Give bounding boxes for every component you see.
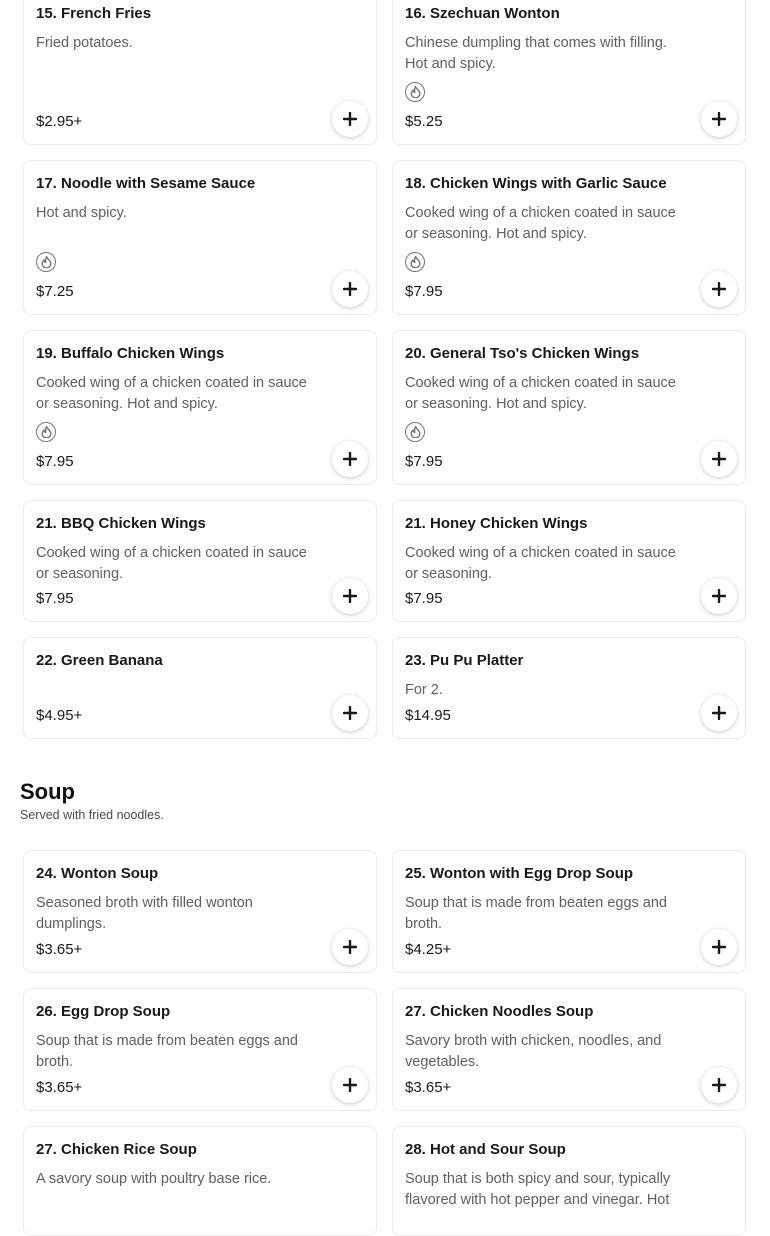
flame-icon: [36, 252, 56, 272]
add-item-button[interactable]: [332, 271, 368, 307]
add-item-button[interactable]: [701, 578, 737, 614]
item-title: 26. Egg Drop Soup: [36, 1003, 171, 1020]
menu-item-card[interactable]: 27. Chicken Noodles Soup Savory broth wi…: [392, 988, 746, 1111]
item-description: Soup that is made from beaten eggs and b…: [405, 895, 667, 932]
item-description: Soup that is made from beaten eggs and b…: [36, 1033, 298, 1070]
item-description: Fried potatoes.: [36, 35, 133, 51]
item-price: $7.95: [36, 590, 74, 607]
menu-item-card[interactable]: 19. Buffalo Chicken Wings Cooked wing of…: [23, 330, 377, 485]
item-price: $5.25: [405, 113, 443, 130]
item-title: 27. Chicken Rice Soup: [36, 1141, 197, 1158]
menu-item-card[interactable]: 24. Wonton Soup Seasoned broth with fill…: [23, 850, 377, 973]
section-subtitle: Served with fried noodles.: [20, 808, 164, 822]
item-price: $3.65+: [405, 1079, 452, 1096]
menu-item-card[interactable]: 15. French Fries Fried potatoes. $2.95+: [23, 0, 377, 145]
item-title: 21. BBQ Chicken Wings: [36, 515, 206, 532]
add-item-button[interactable]: [332, 101, 368, 137]
item-price: $7.95: [405, 283, 443, 300]
item-description: Cooked wing of a chicken coated in sauce…: [405, 375, 676, 412]
plus-icon: [343, 940, 357, 954]
item-description: Savory broth with chicken, noodles, and …: [405, 1033, 662, 1070]
plus-icon: [712, 112, 726, 126]
plus-icon: [712, 452, 726, 466]
item-title: 27. Chicken Noodles Soup: [405, 1003, 594, 1020]
menu-item-card[interactable]: 21. BBQ Chicken Wings Cooked wing of a c…: [23, 500, 377, 622]
item-description: Chinese dumpling that comes with filling…: [405, 35, 667, 72]
item-price: $7.95: [36, 453, 74, 470]
item-price: $3.65+: [36, 1079, 83, 1096]
item-price: $3.65+: [36, 941, 83, 958]
item-title: 23. Pu Pu Platter: [405, 652, 524, 669]
menu-item-card[interactable]: 17. Noodle with Sesame Sauce Hot and spi…: [23, 160, 377, 315]
add-item-button[interactable]: [332, 929, 368, 965]
add-item-button[interactable]: [332, 1067, 368, 1103]
item-title: 17. Noodle with Sesame Sauce: [36, 175, 256, 192]
add-item-button[interactable]: [701, 1067, 737, 1103]
menu-item-card[interactable]: 25. Wonton with Egg Drop Soup Soup that …: [392, 850, 746, 973]
item-title: 22. Green Banana: [36, 652, 163, 669]
item-title: 15. French Fries: [36, 5, 152, 22]
item-title: 21. Honey Chicken Wings: [405, 515, 588, 532]
menu-item-card[interactable]: 23. Pu Pu Platter For 2. $14.95: [392, 637, 746, 739]
add-item-button[interactable]: [332, 441, 368, 477]
menu-item-card[interactable]: 28. Hot and Sour Soup Soup that is both …: [392, 1126, 746, 1236]
item-title: 16. Szechuan Wonton: [405, 5, 560, 22]
item-description: Cooked wing of a chicken coated in sauce…: [405, 545, 676, 582]
item-description: Soup that is both spicy and sour, typica…: [405, 1171, 671, 1208]
plus-icon: [343, 706, 357, 720]
item-description: Seasoned broth with filled wonton dumpli…: [36, 895, 253, 932]
menu-item-card[interactable]: 27. Chicken Rice Soup A savory soup with…: [23, 1126, 377, 1236]
flame-icon: [405, 422, 425, 442]
menu-item-card[interactable]: 21. Honey Chicken Wings Cooked wing of a…: [392, 500, 746, 622]
plus-icon: [343, 589, 357, 603]
item-price: $2.95+: [36, 113, 83, 130]
plus-icon: [712, 282, 726, 296]
item-description: Cooked wing of a chicken coated in sauce…: [36, 545, 307, 582]
add-item-button[interactable]: [332, 695, 368, 731]
item-description: Hot and spicy.: [36, 205, 127, 221]
plus-icon: [712, 940, 726, 954]
menu-item-card[interactable]: 22. Green Banana $4.95+: [23, 637, 377, 739]
item-description: Cooked wing of a chicken coated in sauce…: [405, 205, 676, 242]
menu-item-card[interactable]: 20. General Tso's Chicken Wings Cooked w…: [392, 330, 746, 485]
item-title: 25. Wonton with Egg Drop Soup: [405, 865, 634, 882]
item-title: 28. Hot and Sour Soup: [405, 1141, 566, 1158]
flame-icon: [36, 422, 56, 442]
item-title: 18. Chicken Wings with Garlic Sauce: [405, 175, 667, 192]
plus-icon: [712, 706, 726, 720]
menu-item-card[interactable]: 26. Egg Drop Soup Soup that is made from…: [23, 988, 377, 1111]
add-item-button[interactable]: [701, 929, 737, 965]
item-price: $4.25+: [405, 941, 452, 958]
add-item-button[interactable]: [701, 101, 737, 137]
add-item-button[interactable]: [701, 695, 737, 731]
flame-icon: [405, 82, 425, 102]
item-description: For 2.: [405, 682, 443, 698]
item-price: $7.25: [36, 283, 74, 300]
item-description: Cooked wing of a chicken coated in sauce…: [36, 375, 307, 412]
add-item-button[interactable]: [701, 271, 737, 307]
item-price: $7.95: [405, 453, 443, 470]
plus-icon: [343, 1078, 357, 1092]
item-price: $14.95: [405, 707, 451, 724]
item-title: 19. Buffalo Chicken Wings: [36, 345, 225, 362]
plus-icon: [343, 452, 357, 466]
add-item-button[interactable]: [701, 441, 737, 477]
item-price: $7.95: [405, 590, 443, 607]
item-price: $4.95+: [36, 707, 83, 724]
plus-icon: [343, 282, 357, 296]
plus-icon: [712, 1078, 726, 1092]
plus-icon: [343, 112, 357, 126]
add-item-button[interactable]: [332, 578, 368, 614]
plus-icon: [712, 589, 726, 603]
item-title: 20. General Tso's Chicken Wings: [405, 345, 640, 362]
item-description: A savory soup with poultry base rice.: [36, 1171, 272, 1187]
flame-icon: [405, 252, 425, 272]
menu-item-card[interactable]: 16. Szechuan Wonton Chinese dumpling tha…: [392, 0, 746, 145]
section-title: Soup: [20, 779, 75, 804]
menu-item-card[interactable]: 18. Chicken Wings with Garlic Sauce Cook…: [392, 160, 746, 315]
item-title: 24. Wonton Soup: [36, 865, 159, 882]
